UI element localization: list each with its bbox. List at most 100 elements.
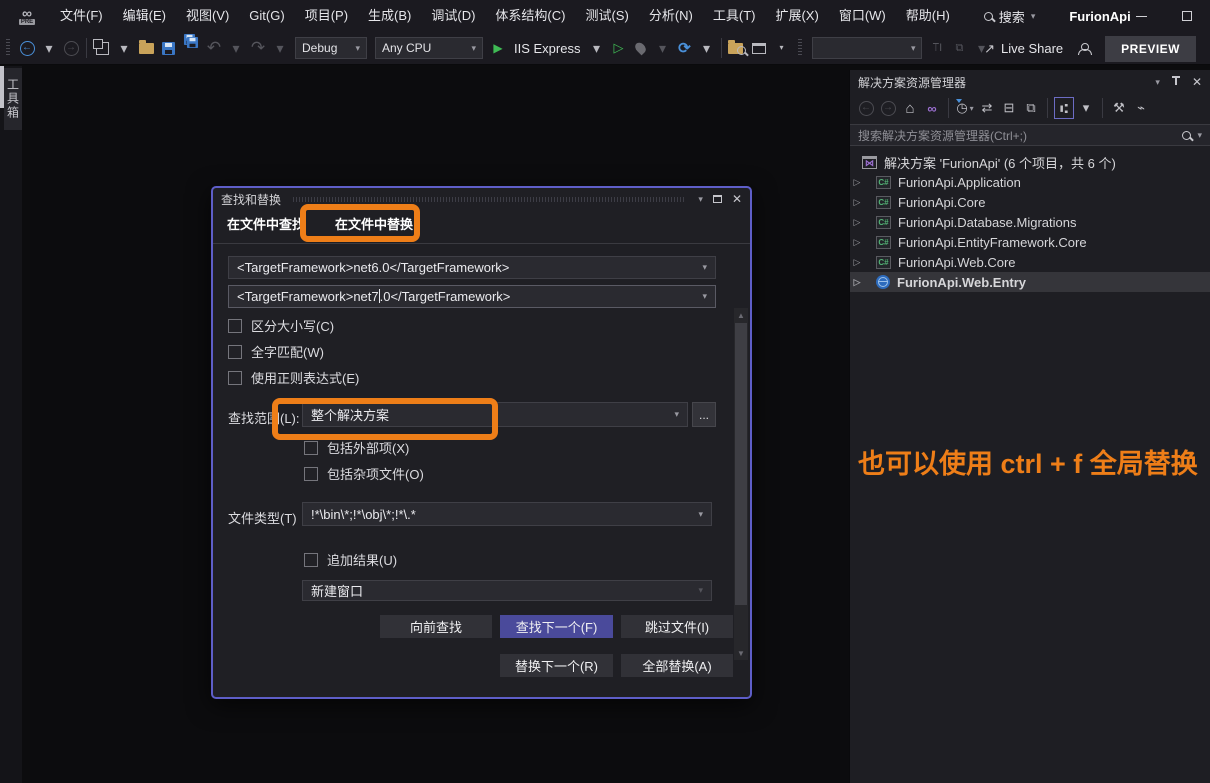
tab-replace-in-files[interactable]: 在文件中替换 bbox=[335, 214, 413, 243]
whole-word-option[interactable]: 全字匹配(W) bbox=[228, 342, 324, 361]
scroll-down-icon[interactable]: ▼ bbox=[734, 646, 748, 660]
minimize-button[interactable] bbox=[1118, 0, 1164, 32]
filetype-combo[interactable]: !*\bin\*;!*\obj\*;!*\.* ▾ bbox=[302, 502, 712, 526]
navigate-forward-button[interactable]: → bbox=[61, 36, 81, 60]
checkbox[interactable] bbox=[304, 441, 318, 455]
se-forward-button[interactable]: → bbox=[878, 97, 898, 119]
dialog-scrollbar[interactable]: ▲ ▼ bbox=[734, 308, 748, 660]
expander-icon[interactable]: ▷ bbox=[850, 197, 864, 208]
menu-item[interactable]: 文件(F) bbox=[50, 0, 113, 32]
start-without-debugging-button[interactable]: ▷ bbox=[608, 36, 628, 60]
live-share-button[interactable]: ↗ Live Share bbox=[984, 41, 1063, 57]
project-node[interactable]: ▷ C# FurionApi.EntityFramework.Core bbox=[850, 232, 1210, 252]
expander-icon[interactable]: ▷ bbox=[850, 217, 864, 228]
project-node[interactable]: ▷ C# FurionApi.Database.Migrations bbox=[850, 212, 1210, 232]
checkbox[interactable] bbox=[304, 467, 318, 481]
undo-button[interactable]: ↶ bbox=[204, 36, 224, 60]
browse-scope-button[interactable]: ... bbox=[692, 402, 716, 427]
menu-item[interactable]: 体系结构(C) bbox=[485, 0, 575, 32]
menu-item[interactable]: 帮助(H) bbox=[896, 0, 960, 32]
menu-item[interactable]: 分析(N) bbox=[639, 0, 703, 32]
menu-item[interactable]: 生成(B) bbox=[358, 0, 421, 32]
replace-with-combo[interactable]: <TargetFramework>net7.0</TargetFramework… bbox=[228, 285, 716, 308]
redo-dropdown[interactable]: ▾ bbox=[270, 36, 290, 60]
menu-item[interactable]: 窗口(W) bbox=[829, 0, 896, 32]
checkbox[interactable] bbox=[304, 553, 318, 567]
include-external-option[interactable]: 包括外部项(X) bbox=[304, 438, 409, 457]
solution-explorer-search[interactable]: 搜索解决方案资源管理器(Ctrl+;) ▾ bbox=[850, 124, 1210, 146]
close-icon[interactable]: ✕ bbox=[1192, 75, 1202, 89]
window-layout-dropdown[interactable]: ▾ bbox=[771, 36, 791, 60]
checkbox[interactable] bbox=[228, 319, 242, 333]
expander-icon[interactable]: ▷ bbox=[850, 177, 864, 188]
rename-symbol-button[interactable]: ⟙I bbox=[927, 36, 947, 60]
scope-combo[interactable]: 整个解决方案 ▾ bbox=[302, 402, 688, 427]
pin-icon[interactable] bbox=[1172, 76, 1180, 88]
include-misc-files-option[interactable]: 包括杂项文件(O) bbox=[304, 464, 424, 483]
dialog-close-icon[interactable]: ✕ bbox=[732, 192, 742, 206]
panel-menu-dropdown[interactable]: ▾ bbox=[1155, 78, 1160, 87]
redo-button[interactable]: ↷ bbox=[248, 36, 268, 60]
skip-file-button[interactable]: 跳过文件(I) bbox=[621, 615, 733, 638]
menu-item[interactable]: 项目(P) bbox=[295, 0, 358, 32]
menu-item[interactable]: 编辑(E) bbox=[113, 0, 176, 32]
find-previous-button[interactable]: 向前查找 bbox=[380, 615, 492, 638]
expander-icon[interactable]: ▷ bbox=[850, 237, 864, 248]
match-case-option[interactable]: 区分大小写(C) bbox=[228, 316, 334, 335]
run-profile-label[interactable]: IIS Express bbox=[514, 41, 580, 56]
replace-next-button[interactable]: 替换下一个(R) bbox=[500, 654, 613, 677]
restart-button[interactable]: ⟳ bbox=[674, 36, 694, 60]
hot-reload-dropdown[interactable]: ▾ bbox=[652, 36, 672, 60]
project-node[interactable]: ▷ C# FurionApi.Core bbox=[850, 192, 1210, 212]
home-icon[interactable]: ⌂ bbox=[900, 97, 920, 119]
replace-all-button[interactable]: 全部替换(A) bbox=[621, 654, 733, 677]
show-all-files-icon[interactable]: ⌁ bbox=[1131, 97, 1151, 119]
regex-option[interactable]: 使用正则表达式(E) bbox=[228, 368, 359, 387]
save-button[interactable] bbox=[158, 36, 178, 60]
project-node[interactable]: ▷ C# FurionApi.Web.Entry bbox=[850, 272, 1210, 292]
pending-changes-filter-icon[interactable]: ◷▾ bbox=[955, 97, 975, 119]
find-next-button[interactable]: 查找下一个(F) bbox=[500, 615, 613, 638]
switch-views-icon[interactable]: ∞ bbox=[922, 97, 942, 119]
se-back-button[interactable]: ← bbox=[856, 97, 876, 119]
find-in-files-button[interactable] bbox=[727, 36, 747, 60]
collapse-all-icon[interactable]: ⊟ bbox=[999, 97, 1019, 119]
menu-item[interactable]: 调试(D) bbox=[421, 0, 485, 32]
new-project-button[interactable] bbox=[92, 36, 112, 60]
undo-dropdown[interactable]: ▾ bbox=[226, 36, 246, 60]
menu-item[interactable]: 工具(T) bbox=[703, 0, 766, 32]
maximize-button[interactable] bbox=[1164, 0, 1210, 32]
sync-options-dropdown[interactable]: ▾ bbox=[1076, 97, 1096, 119]
checkbox[interactable] bbox=[228, 371, 242, 385]
solution-node[interactable]: ⋈ 解决方案 'FurionApi' (6 个项目，共 6 个) bbox=[850, 152, 1210, 172]
run-profile-dropdown[interactable]: ▾ bbox=[586, 36, 606, 60]
properties-wrench-icon[interactable]: ⚒ bbox=[1109, 97, 1129, 119]
save-all-button[interactable] bbox=[180, 36, 202, 60]
append-results-option[interactable]: 追加结果(U) bbox=[304, 550, 397, 569]
menu-item[interactable]: 扩展(X) bbox=[765, 0, 828, 32]
toolbar-grip[interactable] bbox=[798, 39, 802, 57]
preview-badge-button[interactable]: PREVIEW bbox=[1105, 36, 1196, 62]
results-window-combo[interactable]: 新建窗口 ▾ bbox=[302, 580, 712, 601]
feedback-icon[interactable] bbox=[1077, 43, 1091, 55]
dialog-title-bar[interactable]: 查找和替换 ▾ ✕ bbox=[213, 188, 750, 210]
sync-icon[interactable]: ⇄ bbox=[977, 97, 997, 119]
empty-toolbar-combo[interactable]: ▾ bbox=[812, 37, 922, 59]
menu-item[interactable]: 测试(S) bbox=[575, 0, 638, 32]
solution-configurations-combo[interactable]: Debug ▾ bbox=[295, 37, 367, 59]
solution-platforms-combo[interactable]: Any CPU ▾ bbox=[375, 37, 483, 59]
checkbox[interactable] bbox=[228, 345, 242, 359]
dialog-dock-icon[interactable] bbox=[713, 195, 722, 203]
hot-reload-button[interactable] bbox=[630, 36, 650, 60]
dialog-menu-dropdown[interactable]: ▾ bbox=[698, 195, 703, 204]
navigate-back-button[interactable]: ← bbox=[17, 36, 37, 60]
window-layout-button[interactable] bbox=[749, 36, 769, 60]
extract-method-button[interactable]: ⧉ bbox=[949, 36, 969, 60]
sync-with-active-document-icon[interactable]: ⑆ bbox=[1054, 97, 1074, 119]
toolbar-grip[interactable] bbox=[6, 39, 10, 57]
toolbox-tab[interactable]: 工具箱 bbox=[4, 68, 22, 130]
preview-selected-icon[interactable]: ⧉ bbox=[1021, 97, 1041, 119]
expander-icon[interactable]: ▷ bbox=[850, 257, 864, 268]
scrollbar-thumb[interactable] bbox=[735, 323, 747, 605]
new-project-dropdown[interactable]: ▾ bbox=[114, 36, 134, 60]
